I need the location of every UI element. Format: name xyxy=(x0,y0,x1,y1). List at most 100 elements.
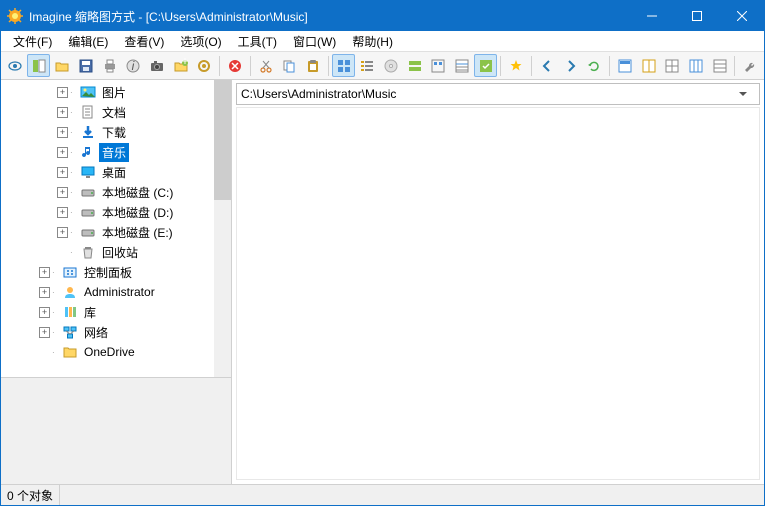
expander-icon[interactable]: + xyxy=(57,107,68,118)
tree-item[interactable]: +·库 xyxy=(1,302,231,322)
tree-item[interactable]: +·网络 xyxy=(1,322,231,342)
toolbar-settings[interactable] xyxy=(192,54,216,77)
delete-icon xyxy=(227,58,243,74)
toolbar-grid-5[interactable] xyxy=(708,54,732,77)
path-bar[interactable]: C:\Users\Administrator\Music xyxy=(236,83,760,105)
toolbar-eye[interactable] xyxy=(3,54,27,77)
titlebar[interactable]: Imagine 缩略图方式 - [C:\Users\Administrator\… xyxy=(1,1,764,31)
toolbar-info[interactable]: i xyxy=(121,54,145,77)
tree-item[interactable]: +·图片 xyxy=(1,82,231,102)
menu-edit[interactable]: 编辑(E) xyxy=(60,31,116,52)
grid-3-icon xyxy=(664,58,680,74)
tree-item-label: OneDrive xyxy=(81,344,138,360)
downloads-icon xyxy=(80,124,96,140)
toolbar-copy[interactable] xyxy=(277,54,301,77)
tree-item[interactable]: +·音乐 xyxy=(1,142,231,162)
tree-item[interactable]: +·文档 xyxy=(1,102,231,122)
grid-5-icon xyxy=(712,58,728,74)
toolbar-paste[interactable] xyxy=(301,54,325,77)
menu-help[interactable]: 帮助(H) xyxy=(344,31,401,52)
toolbar-wrench[interactable] xyxy=(738,54,762,77)
nav-forward-icon xyxy=(563,58,579,74)
toolbar-grid-2[interactable] xyxy=(637,54,661,77)
menu-file[interactable]: 文件(F) xyxy=(5,31,60,52)
view-select-icon xyxy=(478,58,494,74)
tree-scrollbar-thumb[interactable] xyxy=(214,80,231,200)
view-icons-icon xyxy=(430,58,446,74)
toolbar-view-thumb[interactable] xyxy=(332,54,356,77)
tree-item-label: 本地磁盘 (C:) xyxy=(99,183,176,202)
expander-icon xyxy=(39,347,50,358)
expander-icon[interactable]: + xyxy=(57,87,68,98)
close-button[interactable] xyxy=(719,1,764,31)
toolbar-folder-open[interactable] xyxy=(50,54,74,77)
expander-icon[interactable]: + xyxy=(57,147,68,158)
toolbar-view-select[interactable] xyxy=(474,54,498,77)
toolbar-view-details[interactable] xyxy=(450,54,474,77)
menu-tools[interactable]: 工具(T) xyxy=(230,31,285,52)
view-details-icon xyxy=(454,58,470,74)
folder-tree[interactable]: +·图片+·文档+·下载+·音乐+·桌面+·本地磁盘 (C:)+·本地磁盘 (D… xyxy=(1,80,231,377)
settings-icon xyxy=(196,58,212,74)
tree-item[interactable]: +·本地磁盘 (C:) xyxy=(1,182,231,202)
tree-item[interactable]: +·桌面 xyxy=(1,162,231,182)
toolbar-grid-4[interactable] xyxy=(684,54,708,77)
expander-icon[interactable]: + xyxy=(57,167,68,178)
tree-item[interactable]: +·Administrator xyxy=(1,282,231,302)
tree-item-label: 网络 xyxy=(81,323,111,342)
paste-icon xyxy=(305,58,321,74)
expander-icon[interactable]: + xyxy=(39,327,50,338)
toolbar-cut[interactable] xyxy=(254,54,278,77)
toolbar-folder-new[interactable]: + xyxy=(169,54,193,77)
expander-icon[interactable]: + xyxy=(39,267,50,278)
grid-1-icon xyxy=(617,58,633,74)
tree-item[interactable]: +·控制面板 xyxy=(1,262,231,282)
toolbar-star[interactable] xyxy=(504,54,528,77)
toolbar-view-tiles[interactable] xyxy=(403,54,427,77)
path-text: C:\Users\Administrator\Music xyxy=(241,87,739,101)
toolbar-save[interactable] xyxy=(74,54,98,77)
expander-icon[interactable]: + xyxy=(57,187,68,198)
toolbar-tree-toggle[interactable] xyxy=(27,54,51,77)
toolbar-grid-3[interactable] xyxy=(660,54,684,77)
tree-item-label: 库 xyxy=(81,303,99,322)
menu-window[interactable]: 窗口(W) xyxy=(285,31,344,52)
tree-item[interactable]: ·OneDrive xyxy=(1,342,231,362)
documents-icon xyxy=(80,104,96,120)
tree-scrollbar[interactable] xyxy=(214,80,231,377)
tree-item-label: 本地磁盘 (E:) xyxy=(99,223,176,242)
menu-view[interactable]: 查看(V) xyxy=(116,31,172,52)
eye-icon xyxy=(7,58,23,74)
print-icon xyxy=(102,58,118,74)
tree-item-label: 下载 xyxy=(99,123,129,142)
toolbar-nav-forward[interactable] xyxy=(559,54,583,77)
expander-icon[interactable]: + xyxy=(39,287,50,298)
thumbnail-area[interactable] xyxy=(236,107,760,480)
menu-options[interactable]: 选项(O) xyxy=(172,31,229,52)
toolbar-view-cd[interactable] xyxy=(379,54,403,77)
toolbar-nav-back[interactable] xyxy=(535,54,559,77)
expander-icon[interactable]: + xyxy=(57,127,68,138)
toolbar-view-list[interactable] xyxy=(355,54,379,77)
toolbar-camera[interactable] xyxy=(145,54,169,77)
toolbar-grid-1[interactable] xyxy=(613,54,637,77)
toolbar-print[interactable] xyxy=(98,54,122,77)
path-dropdown-icon[interactable] xyxy=(739,92,755,97)
expander-icon[interactable]: + xyxy=(39,307,50,318)
tree-item[interactable]: ·回收站 xyxy=(1,242,231,262)
view-tiles-icon xyxy=(407,58,423,74)
tree-item[interactable]: +·本地磁盘 (D:) xyxy=(1,202,231,222)
toolbar-view-icons[interactable] xyxy=(426,54,450,77)
preview-pane xyxy=(1,377,231,484)
tree-item[interactable]: +·下载 xyxy=(1,122,231,142)
toolbar-refresh[interactable] xyxy=(582,54,606,77)
maximize-button[interactable] xyxy=(674,1,719,31)
toolbar-delete[interactable] xyxy=(223,54,247,77)
drive-icon xyxy=(80,224,96,240)
expander-icon[interactable]: + xyxy=(57,207,68,218)
tree-item[interactable]: +·本地磁盘 (E:) xyxy=(1,222,231,242)
view-list-icon xyxy=(359,58,375,74)
folder-open-icon xyxy=(54,58,70,74)
expander-icon[interactable]: + xyxy=(57,227,68,238)
minimize-button[interactable] xyxy=(629,1,674,31)
